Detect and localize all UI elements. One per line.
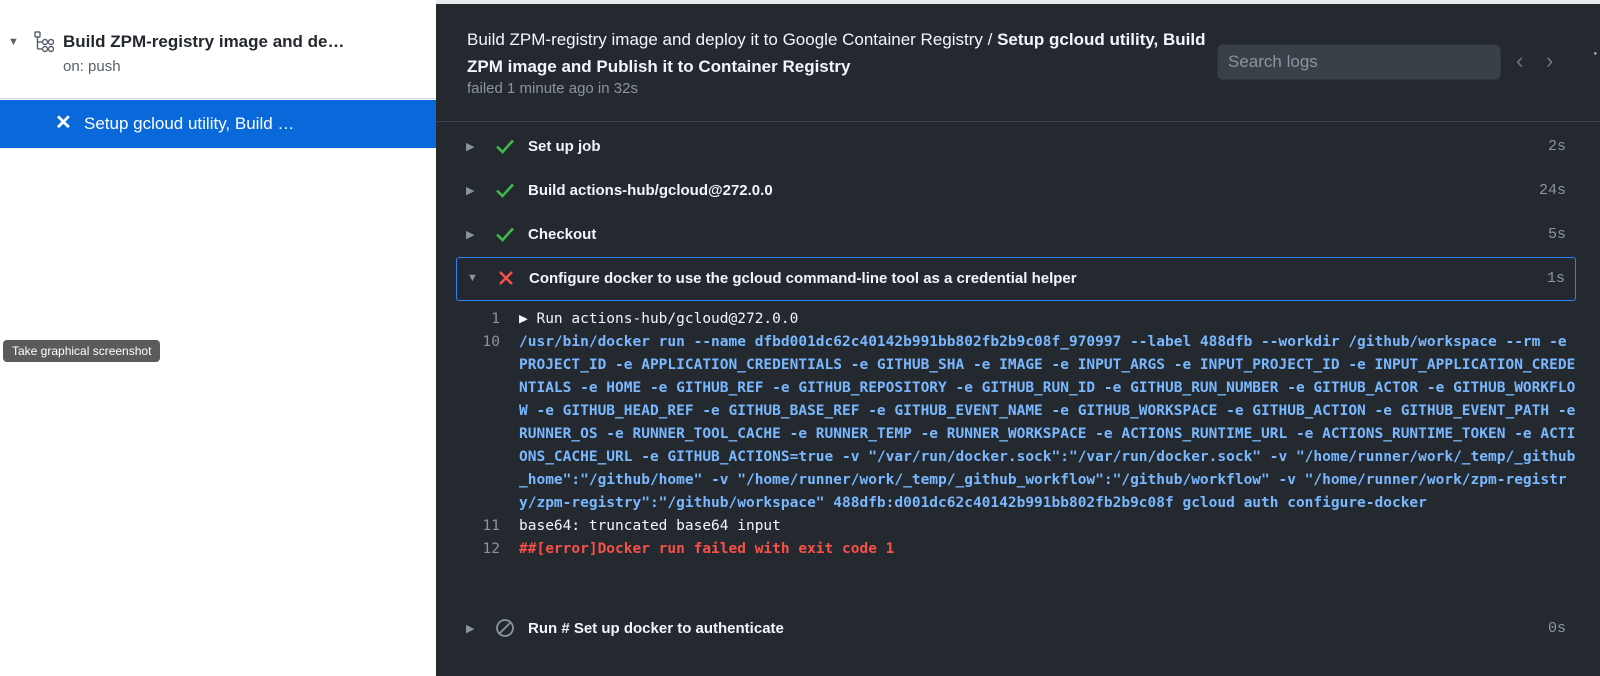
breadcrumb: Build ZPM-registry image and deploy it t… [467, 26, 1207, 80]
collapse-caret-icon[interactable]: ▼ [467, 272, 478, 284]
log-line: 11 base64: truncated base64 input [456, 515, 1576, 538]
workflow-icon [34, 31, 54, 53]
step-checkout[interactable]: ▶ Checkout 5s [456, 214, 1576, 256]
skipped-icon [496, 619, 514, 637]
log-line-text[interactable]: ▶ Run actions-hub/gcloud@272.0.0 [519, 308, 1576, 331]
search-logs-input[interactable] [1217, 44, 1501, 80]
job-item-label: Setup gcloud utility, Build … [84, 114, 295, 133]
log-line-text: ##[error]Docker run failed with exit cod… [519, 541, 895, 557]
step-set-up-job[interactable]: ▶ Set up job 2s [456, 126, 1576, 168]
step-duration: 5s [1547, 226, 1566, 243]
step-name: Set up job [528, 138, 601, 155]
x-icon [499, 271, 513, 285]
log-line-number[interactable]: 10 [456, 331, 500, 354]
expand-caret-icon[interactable]: ▶ [466, 622, 474, 635]
job-header: Build ZPM-registry image and deploy it t… [436, 4, 1600, 122]
step-duration: 1s [1546, 270, 1565, 287]
check-icon [496, 139, 514, 154]
job-log-panel: Build ZPM-registry image and deploy it t… [436, 4, 1600, 676]
step-name: Configure docker to use the gcloud comma… [529, 270, 1077, 287]
step-duration: 0s [1547, 620, 1566, 637]
workflow-trigger: on: push [63, 58, 121, 75]
step-build-actions-hub[interactable]: ▶ Build actions-hub/gcloud@272.0.0 24s [456, 170, 1576, 212]
log-line: 12 ##[error]Docker run failed with exit … [456, 538, 1576, 561]
collapse-caret-icon[interactable]: ▼ [8, 36, 19, 48]
log-line-text: /usr/bin/docker run --name dfbd001dc62c4… [519, 334, 1585, 511]
expand-caret-icon[interactable]: ▶ [466, 228, 474, 241]
log-line-number[interactable]: 11 [456, 515, 500, 538]
jobs-sidebar: ▼ Build ZPM-registry image and de… on: p… [0, 0, 436, 676]
step-run-set-up-docker[interactable]: ▶ Run # Set up docker to authenticate 0s [456, 608, 1576, 650]
step-name: Build actions-hub/gcloud@272.0.0 [528, 182, 773, 199]
screenshot-tooltip: Take graphical screenshot [3, 340, 161, 362]
log-line: 1 ▶ Run actions-hub/gcloud@272.0.0 [456, 308, 1576, 331]
log-line-number[interactable]: 12 [456, 538, 500, 561]
more-options-icon[interactable]: · [1592, 42, 1599, 65]
step-name: Run # Set up docker to authenticate [528, 620, 784, 637]
expand-caret-icon[interactable]: ▶ [466, 140, 474, 153]
failed-x-icon: ✕ [55, 112, 72, 134]
step-log: 1 ▶ Run actions-hub/gcloud@272.0.0 10 /u… [456, 308, 1576, 561]
previous-match-icon[interactable]: ‹ [1516, 48, 1523, 74]
expand-caret-icon[interactable]: ▶ [466, 184, 474, 197]
step-name: Checkout [528, 226, 597, 243]
job-item-setup-gcloud[interactable]: ✕ Setup gcloud utility, Build … [0, 100, 436, 148]
step-configure-docker[interactable]: ▼ Configure docker to use the gcloud com… [456, 257, 1576, 301]
step-duration: 24s [1538, 182, 1566, 199]
check-icon [496, 227, 514, 242]
next-match-icon[interactable]: › [1546, 48, 1553, 74]
job-status-text: failed 1 minute ago in 32s [467, 80, 638, 97]
log-line: 10 /usr/bin/docker run --name dfbd001dc6… [456, 331, 1576, 515]
breadcrumb-workflow[interactable]: Build ZPM-registry image and deploy it t… [467, 30, 992, 49]
step-duration: 2s [1547, 138, 1566, 155]
log-line-number[interactable]: 1 [456, 308, 500, 331]
check-icon [496, 183, 514, 198]
workflow-title[interactable]: Build ZPM-registry image and de… [63, 32, 345, 52]
workflow-header[interactable]: ▼ Build ZPM-registry image and de… on: p… [0, 4, 436, 99]
log-line-text: base64: truncated base64 input [519, 518, 781, 534]
